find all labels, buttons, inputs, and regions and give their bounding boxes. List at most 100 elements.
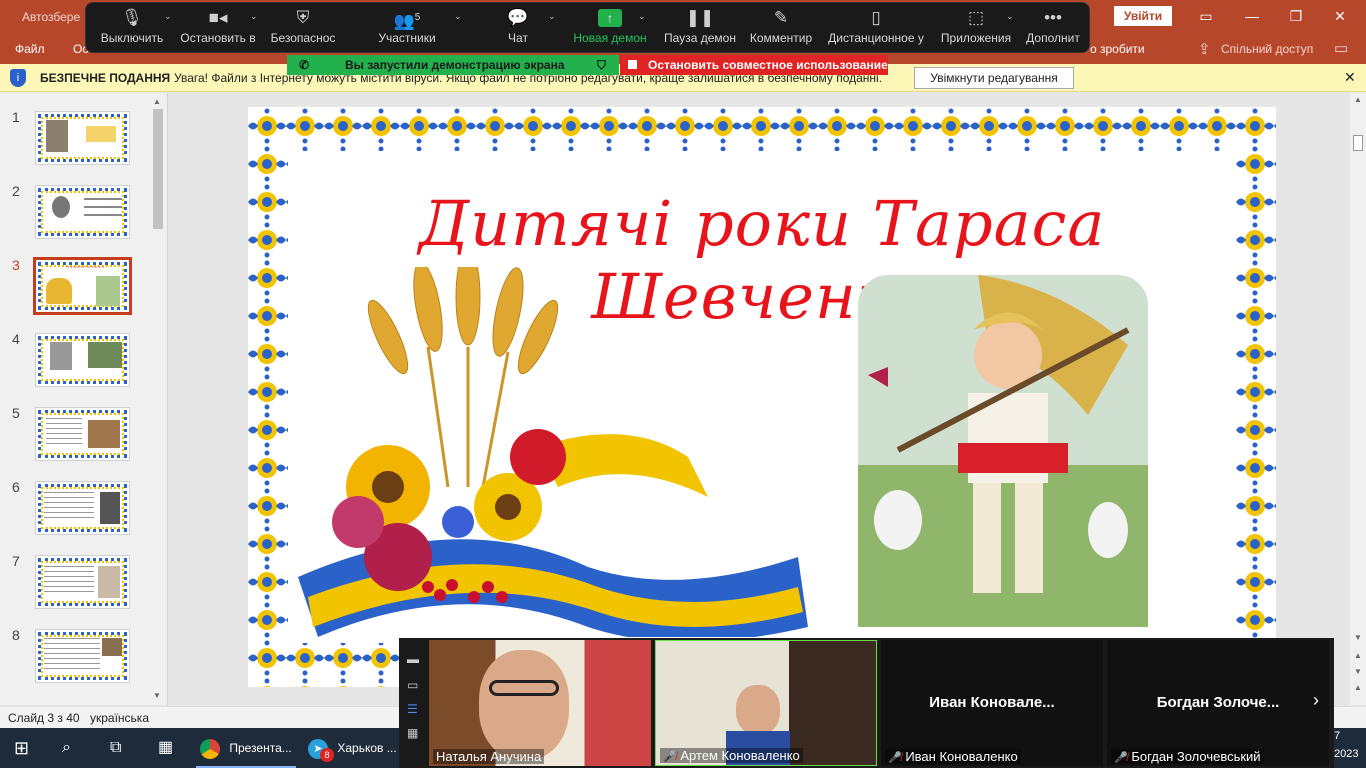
more-dots-icon: ••• bbox=[1044, 8, 1062, 27]
participants-count: 5 bbox=[414, 12, 421, 23]
signin-button[interactable]: Увійти bbox=[1114, 6, 1172, 26]
chevron-down-icon[interactable]: ⌄ bbox=[1006, 11, 1014, 22]
taskbar-app-telegram[interactable]: ➤ Харьков ... 8 bbox=[304, 728, 400, 768]
chevron-down-icon[interactable]: ⌄ bbox=[548, 11, 556, 22]
enable-editing-button[interactable]: Увімкнути редагування bbox=[914, 67, 1074, 89]
slide-canvas[interactable]: Дитячі роки Тараса Шевченка bbox=[248, 107, 1276, 687]
slide-thumbnail[interactable] bbox=[35, 111, 130, 165]
thumb-number: 7 bbox=[12, 553, 20, 569]
apps-button[interactable]: ⬚ Приложения ⌄ bbox=[936, 3, 1016, 54]
chevron-right-icon[interactable]: › bbox=[1313, 690, 1319, 711]
microphone-icon: 🎙 bbox=[121, 8, 143, 27]
ribbon-display-icon[interactable]: ▭ bbox=[1186, 4, 1226, 28]
hide-video-icon[interactable]: ▭ bbox=[407, 678, 418, 692]
shield-icon: ⛨ bbox=[296, 8, 310, 27]
mouse-icon: ▯ bbox=[871, 8, 881, 27]
gallery-view-icon[interactable]: ▦ bbox=[407, 726, 418, 740]
remote-control-button[interactable]: ▯ Дистанционное у bbox=[826, 3, 926, 54]
slide-counter: Слайд 3 з 40 bbox=[8, 711, 80, 725]
protected-view-title: БЕЗПЕЧНЕ ПОДАННЯ bbox=[40, 71, 171, 85]
phone-icon: ✆ bbox=[299, 58, 310, 72]
security-button[interactable]: ⛨ Безопаснос bbox=[266, 3, 340, 54]
tell-me-box[interactable]: о зробити bbox=[1090, 42, 1145, 56]
clock-time: 7 bbox=[1334, 730, 1341, 742]
thumb-number: 1 bbox=[12, 109, 20, 125]
share-button[interactable]: Спільний доступ bbox=[1221, 42, 1313, 56]
stop-share-button[interactable]: Остановить совместное использование bbox=[620, 55, 888, 75]
slide-thumbnail[interactable] bbox=[35, 407, 130, 461]
thumb-number: 2 bbox=[12, 183, 20, 199]
taskbar-app-chrome[interactable]: Презента... bbox=[196, 728, 296, 768]
task-view-icon[interactable]: ⧉ bbox=[110, 728, 132, 768]
stop-share-label: Остановить совместное использование bbox=[648, 58, 888, 72]
thumbnails-scrollbar[interactable]: ▲ ▼ bbox=[150, 95, 166, 703]
more-button[interactable]: ••• Дополнит bbox=[1022, 3, 1084, 54]
mic-muted-icon: 🎤̸ bbox=[1114, 752, 1128, 764]
mute-button[interactable]: 🎙 Выключить ⌄ bbox=[94, 3, 172, 54]
participant-name: Иван Коноваленко bbox=[905, 749, 1018, 764]
document-title: Автозбере bbox=[22, 10, 81, 24]
zoom-meeting-toolbar: 🎙 Выключить ⌄ ■◂ Остановить в ⌄ ⛨ Безопасно… bbox=[85, 2, 1090, 53]
comments-icon[interactable]: ▭ bbox=[1334, 39, 1348, 57]
slide-thumbnail[interactable] bbox=[35, 185, 130, 239]
mic-muted-icon: 🎤̸ bbox=[663, 751, 677, 763]
chat-button[interactable]: 💬 Чат ⌄ bbox=[486, 3, 555, 54]
thumb-number: 8 bbox=[12, 627, 20, 643]
chevron-down-icon[interactable]: ⌄ bbox=[164, 11, 172, 22]
slide-thumbnail[interactable] bbox=[35, 481, 130, 535]
pause-icon: ❚❚ bbox=[685, 8, 715, 27]
participant-tile-active[interactable]: 🎤̸ Артем Коноваленко bbox=[655, 640, 877, 766]
participants-button[interactable]: 👥5 Участники ⌄ bbox=[362, 3, 461, 54]
slide-thumbnail[interactable] bbox=[35, 629, 130, 683]
annotate-button[interactable]: ✎ Комментир bbox=[746, 3, 816, 54]
close-bar-icon[interactable]: ✕ bbox=[1344, 69, 1356, 86]
zoom-video-strip: ▬ ▭ ☰ ▦ Наталья Анучина 🎤̸ Артем Коновал… bbox=[399, 638, 1334, 768]
slide-thumbnail[interactable] bbox=[35, 555, 130, 609]
chevron-down-icon[interactable]: ⌄ bbox=[454, 11, 462, 22]
calculator-icon[interactable]: ▦ bbox=[158, 728, 180, 768]
thumb-number: 6 bbox=[12, 479, 20, 495]
minimize-strip-icon[interactable]: ▬ bbox=[407, 652, 419, 666]
notification-badge: 8 bbox=[320, 748, 334, 762]
stop-square-icon bbox=[628, 60, 637, 69]
file-tab[interactable]: Файл bbox=[15, 42, 45, 56]
chat-bubble-icon: 💬 bbox=[507, 8, 529, 27]
shield-check-icon: ⛉ bbox=[597, 58, 607, 72]
wheat-flowers-illustration bbox=[298, 267, 808, 637]
language-indicator[interactable]: українська bbox=[90, 707, 149, 729]
boy-illustration bbox=[858, 275, 1148, 627]
slide-thumbnail-selected[interactable]: ~~~~~~~~~~~ bbox=[33, 257, 132, 315]
people-icon: 👥5 bbox=[393, 11, 421, 31]
sharing-status-text: Вы запустили демонстрацию экрана bbox=[345, 58, 565, 72]
stop-video-button[interactable]: ■◂ Остановить в ⌄ bbox=[178, 3, 258, 54]
participant-name: Артем Коноваленко bbox=[680, 748, 800, 763]
chrome-icon bbox=[200, 738, 220, 759]
pause-share-button[interactable]: ❚❚ Пауза демон bbox=[660, 3, 740, 54]
thumb-number: 3 bbox=[12, 257, 20, 273]
slide-thumbnails-pane: 1 2 3 ~~~~~~~~~~~ 4 5 6 7 8 bbox=[0, 93, 168, 705]
participant-display-name: Иван Коновале... bbox=[929, 694, 1055, 711]
strip-view-icon[interactable]: ☰ bbox=[407, 702, 418, 716]
participant-name: Богдан Золочевський bbox=[1131, 749, 1261, 764]
close-window-icon[interactable]: ✕ bbox=[1320, 4, 1360, 28]
minimize-icon[interactable]: — bbox=[1232, 4, 1272, 28]
slide-thumbnail[interactable] bbox=[35, 333, 130, 387]
participant-name: Наталья Анучина bbox=[433, 749, 545, 764]
share-screen-icon: ↑ bbox=[598, 9, 622, 27]
slide-scrollbar[interactable]: ▲ ▼ ▲ ▼ ▲ bbox=[1350, 93, 1366, 705]
participant-tile[interactable]: Иван Коновале... 🎤̸ Иван Коноваленко bbox=[881, 640, 1103, 766]
sharing-status-bar: ✆ Вы запустили демонстрацию экрана ⛉ bbox=[287, 55, 619, 75]
windows-start-icon[interactable]: ⊞ bbox=[14, 728, 36, 768]
share-icon[interactable]: ⇪ bbox=[1198, 40, 1211, 58]
clock-date: 2023 bbox=[1334, 748, 1359, 760]
chevron-down-icon[interactable]: ⌄ bbox=[638, 11, 646, 22]
thumb-number: 4 bbox=[12, 331, 20, 347]
search-icon[interactable]: ⌕ bbox=[62, 728, 84, 768]
thumb-number: 5 bbox=[12, 405, 20, 421]
new-share-button[interactable]: ↑ Новая демон ⌄ bbox=[570, 3, 650, 54]
restore-icon[interactable]: ❐ bbox=[1276, 4, 1316, 28]
participant-tile[interactable]: Богдан Золоче... 🎤̸ Богдан Золочевський bbox=[1107, 640, 1329, 766]
chevron-down-icon[interactable]: ⌄ bbox=[250, 11, 258, 22]
participant-display-name: Богдан Золоче... bbox=[1156, 694, 1280, 711]
participant-tile[interactable]: Наталья Анучина bbox=[429, 640, 651, 766]
